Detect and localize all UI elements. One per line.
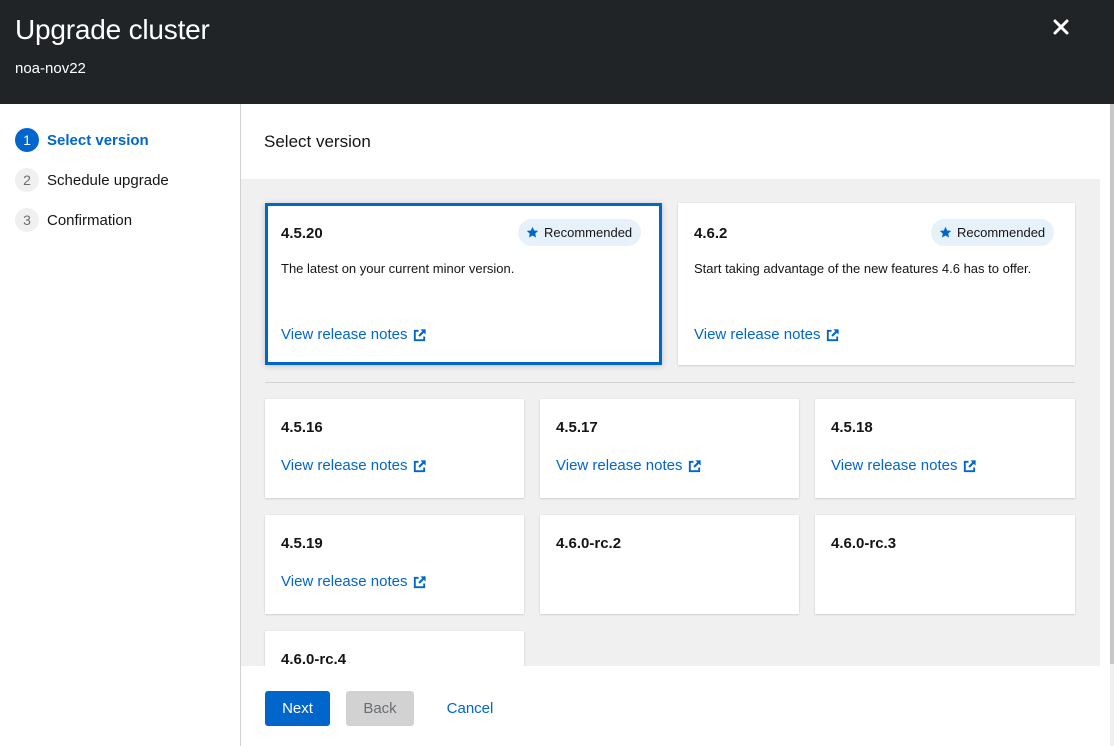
back-button[interactable]: Back (346, 691, 414, 726)
external-link-icon (414, 459, 427, 472)
wizard-step-confirmation[interactable]: 3 Confirmation (15, 208, 132, 232)
release-notes-link[interactable]: View release notes (831, 457, 977, 475)
version-number: 4.6.0-rc.4 (281, 651, 347, 666)
badge-label: Recommended (544, 225, 633, 240)
step-number: 3 (15, 208, 39, 232)
version-card-4-6-2[interactable]: 4.6.2 Recommended Start taking advantage… (678, 203, 1075, 365)
version-number: 4.5.18 (831, 419, 873, 436)
step-label: Schedule upgrade (47, 171, 169, 189)
link-label: View release notes (281, 457, 408, 474)
wizard-footer: Next Back Cancel (241, 666, 1110, 746)
link-label: View release notes (694, 326, 821, 343)
version-card-4-5-16[interactable]: 4.5.16 View release notes (265, 399, 524, 498)
link-label: View release notes (556, 457, 683, 474)
version-number: 4.6.2 (694, 225, 728, 242)
cluster-name: noa-nov22 (15, 60, 86, 77)
release-notes-link[interactable]: View release notes (556, 457, 702, 475)
version-number: 4.5.16 (281, 419, 323, 436)
step-label: Confirmation (47, 211, 133, 229)
version-card-4-5-17[interactable]: 4.5.17 View release notes (540, 399, 799, 498)
step-header: Select version (241, 104, 1100, 179)
version-card-4-5-19[interactable]: 4.5.19 View release notes (265, 515, 524, 614)
star-icon (526, 226, 539, 238)
close-button[interactable] (1046, 12, 1076, 42)
external-link-icon (414, 328, 427, 341)
recommended-badge: Recommended (518, 219, 642, 246)
release-notes-link[interactable]: View release notes (694, 326, 840, 344)
version-card-4-5-18[interactable]: 4.5.18 View release notes (815, 399, 1075, 498)
step-number: 2 (15, 168, 39, 192)
step-label: Select version (47, 131, 149, 149)
recommended-badge: Recommended (931, 219, 1055, 246)
star-icon (939, 226, 952, 238)
cancel-button[interactable]: Cancel (430, 691, 510, 726)
external-link-icon (414, 575, 427, 588)
version-selection-area: 4.5.20 Recommended The latest on your cu… (241, 179, 1100, 666)
section-divider (265, 382, 1075, 383)
link-label: View release notes (831, 457, 958, 474)
version-number: 4.5.20 (281, 225, 323, 242)
wizard-nav: 1 Select version 2 Schedule upgrade 3 Co… (0, 104, 241, 746)
version-card-4-6-0-rc-2[interactable]: 4.6.0-rc.2 (540, 515, 799, 614)
release-notes-link[interactable]: View release notes (281, 573, 427, 591)
step-title: Select version (264, 132, 371, 151)
wizard-step-select-version[interactable]: 1 Select version (15, 128, 149, 152)
version-card-4-6-0-rc-4[interactable]: 4.6.0-rc.4 (265, 631, 524, 666)
version-number: 4.5.17 (556, 419, 598, 436)
close-icon (1053, 19, 1069, 35)
badge-label: Recommended (957, 225, 1046, 240)
link-label: View release notes (281, 326, 408, 343)
version-card-4-6-0-rc-3[interactable]: 4.6.0-rc.3 (815, 515, 1075, 614)
version-number: 4.6.0-rc.3 (831, 535, 897, 552)
modal-title: Upgrade cluster (15, 14, 210, 45)
wizard-step-schedule-upgrade[interactable]: 2 Schedule upgrade (15, 168, 169, 192)
release-notes-link[interactable]: View release notes (281, 457, 427, 475)
version-description: Start taking advantage of the new featur… (694, 261, 1032, 276)
version-number: 4.6.0-rc.2 (556, 535, 622, 552)
external-link-icon (964, 459, 977, 472)
step-number: 1 (15, 128, 39, 152)
modal-header: Upgrade cluster noa-nov22 (0, 0, 1114, 104)
external-link-icon (689, 459, 702, 472)
version-description: The latest on your current minor version… (281, 261, 515, 276)
version-number: 4.5.19 (281, 535, 323, 552)
version-card-4-5-20[interactable]: 4.5.20 Recommended The latest on your cu… (265, 203, 662, 365)
next-button[interactable]: Next (265, 691, 330, 726)
scrollbar[interactable] (1110, 104, 1114, 746)
external-link-icon (827, 328, 840, 341)
link-label: View release notes (281, 573, 408, 590)
scrollbar-thumb[interactable] (1110, 104, 1114, 664)
release-notes-link[interactable]: View release notes (281, 326, 427, 344)
